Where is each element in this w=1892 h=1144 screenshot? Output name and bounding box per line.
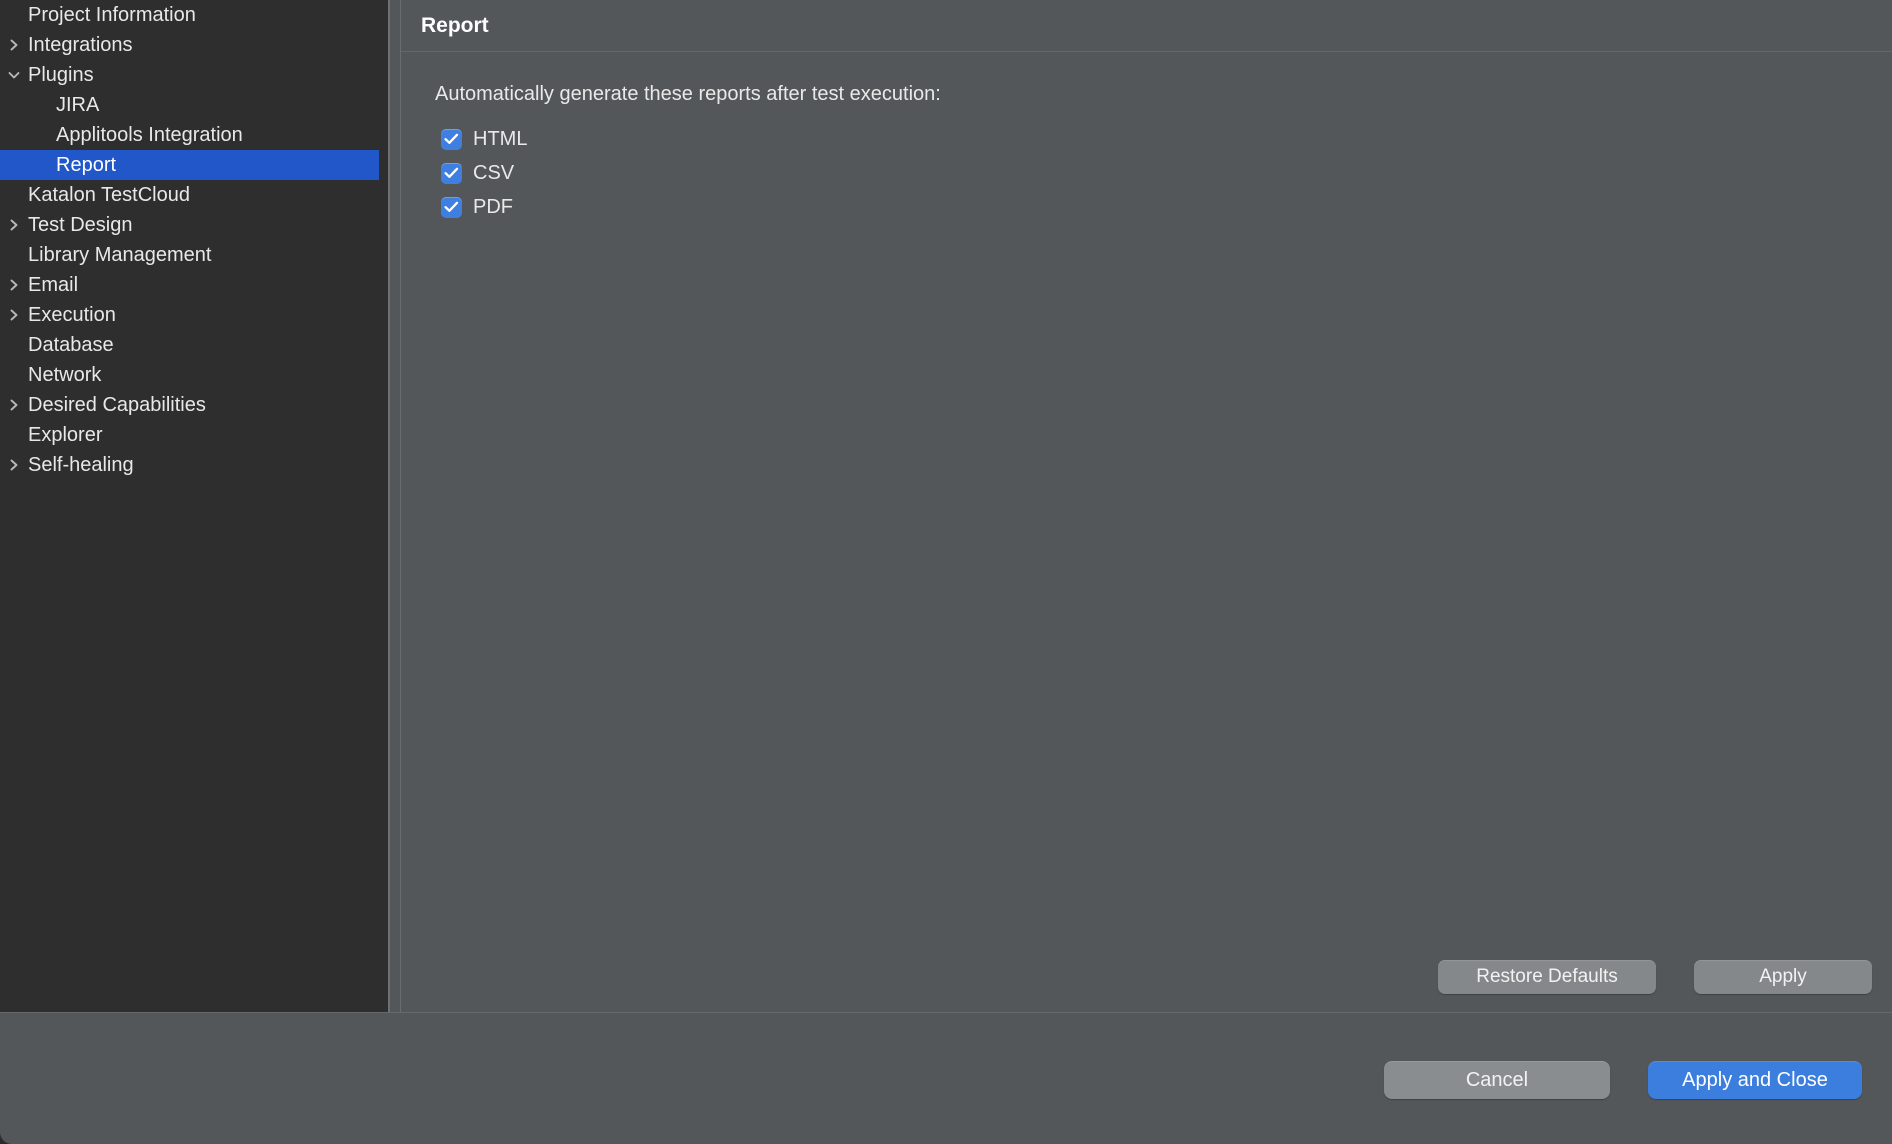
panel-header: Report bbox=[401, 0, 1892, 52]
chevron-right-icon[interactable] bbox=[0, 278, 28, 292]
checkbox-csv[interactable] bbox=[441, 162, 462, 184]
sidebar-item-desired-capabilities[interactable]: Desired Capabilities bbox=[0, 390, 388, 420]
panel-body: Automatically generate these reports aft… bbox=[401, 52, 1892, 224]
sidebar-item-label: Project Information bbox=[28, 4, 196, 26]
sidebar-item-library-management[interactable]: Library Management bbox=[0, 240, 388, 270]
checkbox-row-html[interactable]: HTML bbox=[441, 122, 1892, 156]
sidebar-item-label: Report bbox=[56, 154, 117, 176]
chevron-right-icon[interactable] bbox=[0, 398, 28, 412]
sidebar-item-network[interactable]: Network bbox=[0, 360, 388, 390]
sidebar-item-label: JIRA bbox=[56, 94, 100, 116]
chevron-right-icon[interactable] bbox=[0, 458, 28, 472]
settings-tree: Project Information Integrations Plugins JI… bbox=[0, 0, 388, 480]
dialog-split-area: Project Information Integrations Plugins JI… bbox=[0, 0, 1892, 1012]
sidebar-item-email[interactable]: Email bbox=[0, 270, 388, 300]
sidebar-item-applitools-integration[interactable]: Applitools Integration bbox=[0, 120, 388, 150]
page-title: Report bbox=[421, 13, 489, 37]
sidebar-item-label: Test Design bbox=[28, 214, 133, 236]
sidebar-item-jira[interactable]: JIRA bbox=[0, 90, 388, 120]
footer-action-buttons: Cancel Apply and Close bbox=[1384, 1061, 1862, 1099]
restore-defaults-button[interactable]: Restore Defaults bbox=[1438, 960, 1656, 994]
checkbox-label: HTML bbox=[473, 127, 528, 150]
checkbox-label: CSV bbox=[473, 161, 515, 184]
cancel-button[interactable]: Cancel bbox=[1384, 1061, 1610, 1099]
sidebar-item-report[interactable]: Report bbox=[0, 150, 388, 180]
sidebar-item-label: Self-healing bbox=[28, 454, 134, 476]
sidebar-item-test-design[interactable]: Test Design bbox=[0, 210, 388, 240]
preferences-dialog: Project Information Integrations Plugins JI… bbox=[0, 0, 1892, 1144]
chevron-right-icon[interactable] bbox=[0, 308, 28, 322]
sidebar-item-label: Execution bbox=[28, 304, 116, 326]
sidebar-item-label: Email bbox=[28, 274, 79, 296]
panel-action-buttons: Restore Defaults Apply bbox=[1438, 960, 1872, 994]
sidebar-gutter bbox=[390, 0, 400, 1012]
sidebar-item-katalon-testcloud[interactable]: Katalon TestCloud bbox=[0, 180, 388, 210]
sidebar-item-database[interactable]: Database bbox=[0, 330, 388, 360]
settings-main-panel: Report Automatically generate these repo… bbox=[400, 0, 1892, 1012]
sidebar-item-plugins[interactable]: Plugins bbox=[0, 60, 388, 90]
instruction-text: Automatically generate these reports aft… bbox=[435, 83, 941, 105]
sidebar-item-self-healing[interactable]: Self-healing bbox=[0, 450, 388, 480]
sidebar-item-label: Network bbox=[28, 364, 102, 386]
chevron-right-icon[interactable] bbox=[0, 38, 28, 52]
sidebar-item-label: Explorer bbox=[28, 424, 103, 446]
checkbox-html[interactable] bbox=[441, 128, 462, 150]
checkbox-row-csv[interactable]: CSV bbox=[441, 156, 1892, 190]
chevron-right-icon[interactable] bbox=[0, 218, 28, 232]
sidebar-item-label: Library Management bbox=[28, 244, 212, 266]
checkbox-row-pdf[interactable]: PDF bbox=[441, 190, 1892, 224]
report-format-group: HTML CSV PDF bbox=[435, 122, 1892, 224]
chevron-down-icon[interactable] bbox=[0, 69, 28, 81]
settings-sidebar: Project Information Integrations Plugins JI… bbox=[0, 0, 388, 1012]
sidebar-item-label: Integrations bbox=[28, 34, 133, 56]
sidebar-item-label: Plugins bbox=[28, 64, 94, 86]
sidebar-item-project-information[interactable]: Project Information bbox=[0, 0, 388, 30]
sidebar-scrollbar[interactable] bbox=[379, 0, 388, 1012]
checkbox-pdf[interactable] bbox=[441, 196, 462, 218]
sidebar-item-integrations[interactable]: Integrations bbox=[0, 30, 388, 60]
sidebar-item-label: Katalon TestCloud bbox=[28, 184, 190, 206]
sidebar-item-execution[interactable]: Execution bbox=[0, 300, 388, 330]
sidebar-item-label: Applitools Integration bbox=[56, 124, 243, 146]
apply-button[interactable]: Apply bbox=[1694, 960, 1872, 994]
dialog-footer: Cancel Apply and Close bbox=[0, 1012, 1892, 1144]
sidebar-item-label: Desired Capabilities bbox=[28, 394, 206, 416]
sidebar-item-label: Database bbox=[28, 334, 114, 356]
apply-and-close-button[interactable]: Apply and Close bbox=[1648, 1061, 1862, 1099]
checkbox-label: PDF bbox=[473, 195, 513, 218]
sidebar-item-explorer[interactable]: Explorer bbox=[0, 420, 388, 450]
